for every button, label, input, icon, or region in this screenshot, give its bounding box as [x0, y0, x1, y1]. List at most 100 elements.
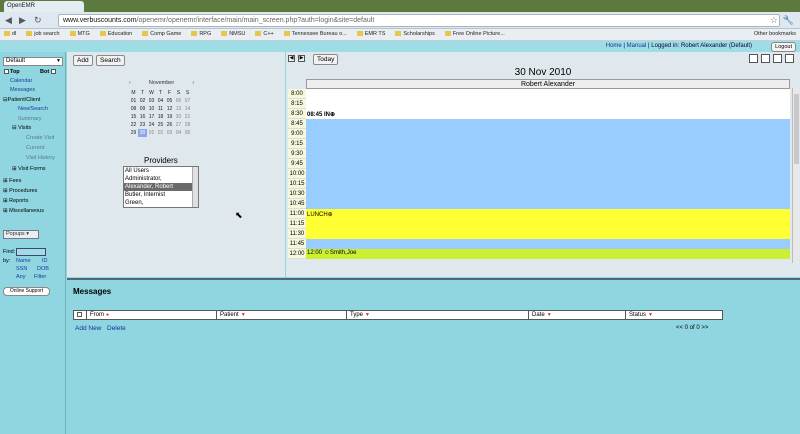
col-status[interactable]: Status ▼	[625, 311, 722, 320]
day-cell[interactable]: 24	[147, 121, 156, 129]
in-office-block[interactable]	[306, 239, 790, 249]
nav-visit-forms[interactable]: ⊞ Visit Forms	[12, 166, 46, 172]
nav-procedures[interactable]: ⊞ Procedures	[3, 188, 37, 194]
reload-icon[interactable]: ↻	[34, 15, 42, 25]
nav-create-visit[interactable]: Create Visit	[26, 135, 54, 141]
nav-visit-history[interactable]: Visit History	[26, 155, 55, 161]
today-button[interactable]: Today	[313, 54, 339, 65]
day-cell[interactable]: 10	[147, 105, 156, 113]
time-slot[interactable]: 8:00	[288, 89, 306, 99]
home-link[interactable]: Home	[606, 43, 622, 49]
time-slot[interactable]: 9:30	[288, 149, 306, 159]
logout-button[interactable]: Logout	[771, 42, 796, 52]
time-slot[interactable]: 11:45	[288, 239, 306, 249]
find-input[interactable]	[16, 248, 46, 256]
provider-option[interactable]: Butler, Internist	[124, 191, 198, 199]
provider-option-selected[interactable]: Alexander, Robert	[124, 183, 198, 191]
nav-summary[interactable]: Summary	[18, 116, 42, 122]
nav-miscellaneous[interactable]: ⊞ Miscellaneous	[3, 208, 44, 214]
delete-link[interactable]: Delete	[107, 325, 126, 332]
time-slot[interactable]: 9:00	[288, 129, 306, 139]
day-cell[interactable]: 22	[129, 121, 138, 129]
time-slot[interactable]: 8:45	[288, 119, 306, 129]
day-cell[interactable]: 07	[183, 97, 192, 105]
day-cell[interactable]: 28	[183, 121, 192, 129]
time-slot[interactable]: 12:00	[288, 249, 306, 259]
day-cell[interactable]: 05	[165, 97, 174, 105]
bot-toggle[interactable]: Bot	[40, 69, 57, 75]
add-new-link[interactable]: Add New	[75, 325, 101, 332]
lunch-block[interactable]	[306, 209, 790, 239]
col-date[interactable]: Date ▼	[528, 311, 625, 320]
bookmark[interactable]: MTG	[66, 29, 94, 39]
in-event[interactable]: 08:45 IN⊕	[307, 111, 335, 118]
day-cell[interactable]: 25	[156, 121, 165, 129]
nav-new-search[interactable]: New/Search	[18, 106, 48, 112]
day-cell[interactable]: 04	[156, 97, 165, 105]
bookmark[interactable]: job search	[22, 29, 63, 39]
day-cell[interactable]: 03	[165, 129, 174, 137]
bookmark[interactable]: Scholarships	[391, 29, 439, 39]
day-cell[interactable]: 23	[138, 121, 147, 129]
day-cell[interactable]: 29	[129, 129, 138, 137]
online-support-button[interactable]: Online Support	[3, 287, 50, 296]
add-button[interactable]: Add	[73, 55, 93, 66]
wrench-icon[interactable]: 🔧	[783, 15, 794, 26]
bookmark[interactable]: Free Online Picture...	[441, 29, 509, 39]
appointment-event[interactable]: 12:00 ☺Smith,Joe	[307, 250, 357, 256]
col-patient[interactable]: Patient ▼	[216, 311, 346, 320]
day-cell[interactable]: 02	[156, 129, 165, 137]
bookmark[interactable]: EMR TS	[353, 29, 390, 39]
nav-messages[interactable]: Messages	[10, 87, 35, 93]
back-icon[interactable]: ◀	[5, 15, 12, 25]
col-type[interactable]: Type ▼	[346, 311, 528, 320]
bookmark[interactable]: Comp Game	[138, 29, 185, 39]
appointment-block[interactable]	[306, 249, 790, 259]
day-cell[interactable]: 03	[147, 97, 156, 105]
day-cell[interactable]: 01	[129, 97, 138, 105]
bookmark[interactable]: NMSU	[217, 29, 249, 39]
day-cell[interactable]: 06	[174, 97, 183, 105]
nav-calendar[interactable]: Calendar	[10, 78, 32, 84]
day-cell[interactable]: 01	[147, 129, 156, 137]
time-slot[interactable]: 10:30	[288, 189, 306, 199]
find-by-any[interactable]: Any	[16, 274, 25, 280]
time-slot[interactable]: 8:15	[288, 99, 306, 109]
time-slot[interactable]: 9:15	[288, 139, 306, 149]
print-icon[interactable]	[749, 54, 758, 63]
bookmark[interactable]: dl	[0, 29, 20, 39]
nav-visits[interactable]: ⊟ Visits	[12, 125, 31, 131]
select-all-checkbox[interactable]	[74, 311, 86, 320]
nav-patient-client[interactable]: ⊟Patient/Client	[3, 97, 40, 103]
nav-current[interactable]: Current	[26, 145, 44, 151]
time-slot[interactable]: 10:00	[288, 169, 306, 179]
time-slot[interactable]: 9:45	[288, 159, 306, 169]
browser-tab[interactable]: OpenEMR	[4, 1, 84, 12]
time-slot[interactable]: 10:45	[288, 199, 306, 209]
provider-option[interactable]: Green,	[124, 199, 198, 207]
manual-link[interactable]: Manual	[627, 43, 647, 49]
next-day-icon[interactable]: ▶	[298, 55, 305, 62]
day-cell[interactable]: 04	[174, 129, 183, 137]
top-toggle[interactable]: Top	[4, 69, 20, 75]
find-filter[interactable]: Filter	[34, 274, 46, 280]
day-cell-today[interactable]: 30	[138, 129, 147, 137]
nav-reports[interactable]: ⊞ Reports	[3, 198, 28, 204]
month-view-icon[interactable]	[785, 54, 794, 63]
day-cell[interactable]: 26	[165, 121, 174, 129]
search-button[interactable]: Search	[96, 55, 125, 66]
day-cell[interactable]: 15	[129, 113, 138, 121]
day-cell[interactable]: 27	[174, 121, 183, 129]
time-slot[interactable]: 11:00	[288, 209, 306, 219]
bookmark[interactable]: Tennessee Bureau o...	[280, 29, 351, 39]
star-icon[interactable]: ☆	[770, 15, 778, 26]
day-view-icon[interactable]	[761, 54, 770, 63]
time-slot[interactable]: 8:30	[288, 109, 306, 119]
bookmark[interactable]: C++	[251, 29, 277, 39]
day-cell[interactable]: 16	[138, 113, 147, 121]
day-cell[interactable]: 14	[183, 105, 192, 113]
day-cell[interactable]: 05	[183, 129, 192, 137]
day-cell[interactable]: 12	[165, 105, 174, 113]
nav-fees[interactable]: ⊞ Fees	[3, 178, 21, 184]
bookmark[interactable]: Education	[96, 29, 136, 39]
